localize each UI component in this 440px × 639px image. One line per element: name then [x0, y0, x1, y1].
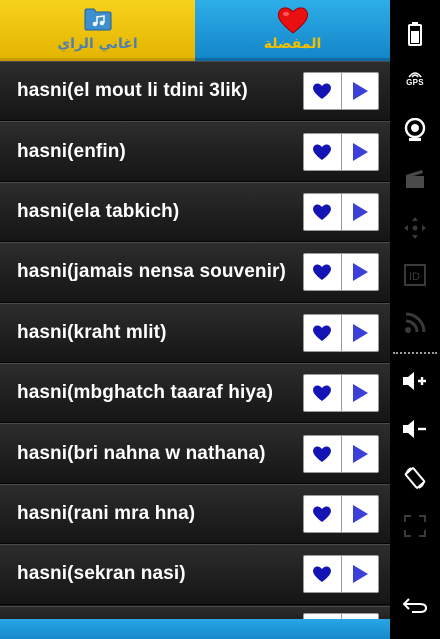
favorite-button[interactable] — [304, 134, 341, 170]
volume-up-icon[interactable] — [402, 370, 428, 392]
song-row[interactable]: hasni(mbghatch taaraf hiya) — [0, 362, 390, 424]
play-button[interactable] — [340, 73, 378, 110]
heart-icon — [313, 506, 332, 522]
song-title: hasni(bri nahna w nathana) — [17, 442, 266, 464]
fullscreen-icon[interactable] — [403, 514, 427, 538]
play-button[interactable] — [340, 375, 378, 412]
favorite-button[interactable] — [304, 375, 341, 411]
song-actions — [303, 253, 379, 292]
tab-bar: اغاني الراي المفضلة — [0, 0, 390, 61]
rss-icon[interactable] — [404, 312, 426, 334]
song-actions — [303, 192, 379, 231]
song-row[interactable]: hasni(bri nahna w nathana) — [0, 423, 390, 484]
play-icon — [352, 142, 368, 161]
play-icon — [352, 444, 368, 463]
heart-icon — [313, 144, 332, 160]
tab-local-songs[interactable]: اغاني الراي — [0, 0, 195, 61]
system-bar: GPS ID — [390, 0, 440, 639]
song-row-partial[interactable] — [0, 606, 390, 625]
webcam-icon[interactable] — [404, 118, 426, 142]
system-bar-divider — [393, 352, 437, 354]
play-button[interactable] — [340, 435, 378, 472]
favorite-button[interactable] — [304, 315, 341, 351]
heart-icon — [313, 446, 332, 462]
favorite-button[interactable] — [304, 436, 341, 472]
song-row[interactable]: hasni(jamais nensa souvenir) — [0, 242, 390, 303]
tab-local-label: اغاني الراي — [57, 36, 138, 52]
play-icon — [352, 565, 368, 584]
song-title: hasni(mbghatch taaraf hiya) — [17, 382, 274, 404]
favorite-button[interactable] — [304, 194, 341, 230]
song-title: hasni(enfin) — [17, 140, 126, 162]
song-title: hasni(kraht mlit) — [17, 321, 167, 343]
heart-icon — [313, 264, 332, 281]
song-row[interactable]: hasni(rani mra hna) — [0, 483, 390, 545]
play-button[interactable] — [340, 495, 378, 532]
tab-favorites[interactable]: المفضلة — [195, 0, 390, 61]
song-title: hasni(rani mra hna) — [17, 502, 196, 524]
dpad-icon[interactable] — [403, 216, 427, 240]
song-title: hasni(el mout li tdini 3lik) — [17, 80, 248, 102]
heart-icon — [313, 385, 332, 402]
song-actions — [303, 72, 379, 111]
song-actions — [303, 132, 379, 171]
play-button[interactable] — [340, 193, 378, 230]
svg-text:ID: ID — [409, 271, 420, 283]
play-button[interactable] — [340, 556, 378, 593]
song-actions — [303, 555, 379, 594]
gps-label: GPS — [406, 78, 424, 87]
favorite-button[interactable] — [304, 556, 341, 592]
song-row[interactable]: hasni(ela tabkich) — [0, 181, 390, 243]
play-icon — [352, 263, 368, 282]
song-actions — [303, 374, 379, 413]
id-icon[interactable]: ID — [404, 264, 426, 286]
song-title: hasni(ela tabkich) — [17, 200, 180, 222]
favorite-button[interactable] — [304, 254, 341, 290]
play-icon — [352, 504, 368, 523]
song-title: hasni(sekran nasi) — [17, 563, 186, 585]
volume-down-icon[interactable] — [402, 418, 428, 440]
song-actions — [303, 494, 379, 533]
play-icon — [352, 384, 368, 403]
song-actions — [303, 313, 379, 352]
folder-music-icon — [83, 6, 113, 37]
battery-icon — [408, 22, 422, 46]
song-row[interactable]: hasni(kraht mlit) — [0, 302, 390, 363]
favorite-button[interactable] — [304, 496, 341, 532]
rotate-icon[interactable] — [403, 466, 427, 490]
clapperboard-icon[interactable] — [404, 168, 426, 190]
song-row[interactable]: hasni(el mout li tdini 3lik) — [0, 61, 390, 122]
play-button[interactable] — [340, 254, 378, 291]
song-row[interactable]: hasni(sekran nasi) — [0, 544, 390, 605]
heart-icon — [313, 83, 332, 100]
app-window: اغاني الراي المفضلة hasni(el mout li tdi… — [0, 0, 390, 639]
song-row[interactable]: hasni(enfin) — [0, 121, 390, 182]
play-icon — [352, 323, 368, 342]
heart-icon — [277, 6, 309, 39]
heart-icon — [313, 325, 332, 341]
heart-icon — [313, 204, 332, 220]
song-list: hasni(el mout li tdini 3lik) hasni(enfin… — [0, 61, 390, 605]
back-icon[interactable] — [402, 596, 428, 614]
song-title: hasni(jamais nensa souvenir) — [17, 261, 286, 283]
play-icon — [352, 202, 368, 221]
heart-icon — [313, 566, 332, 583]
song-actions — [303, 434, 379, 473]
bottom-bar — [0, 619, 390, 639]
play-button[interactable] — [340, 314, 378, 351]
gps-icon[interactable]: GPS — [406, 70, 424, 87]
play-icon — [352, 82, 368, 101]
favorite-button[interactable] — [304, 73, 341, 109]
play-button[interactable] — [340, 133, 378, 170]
